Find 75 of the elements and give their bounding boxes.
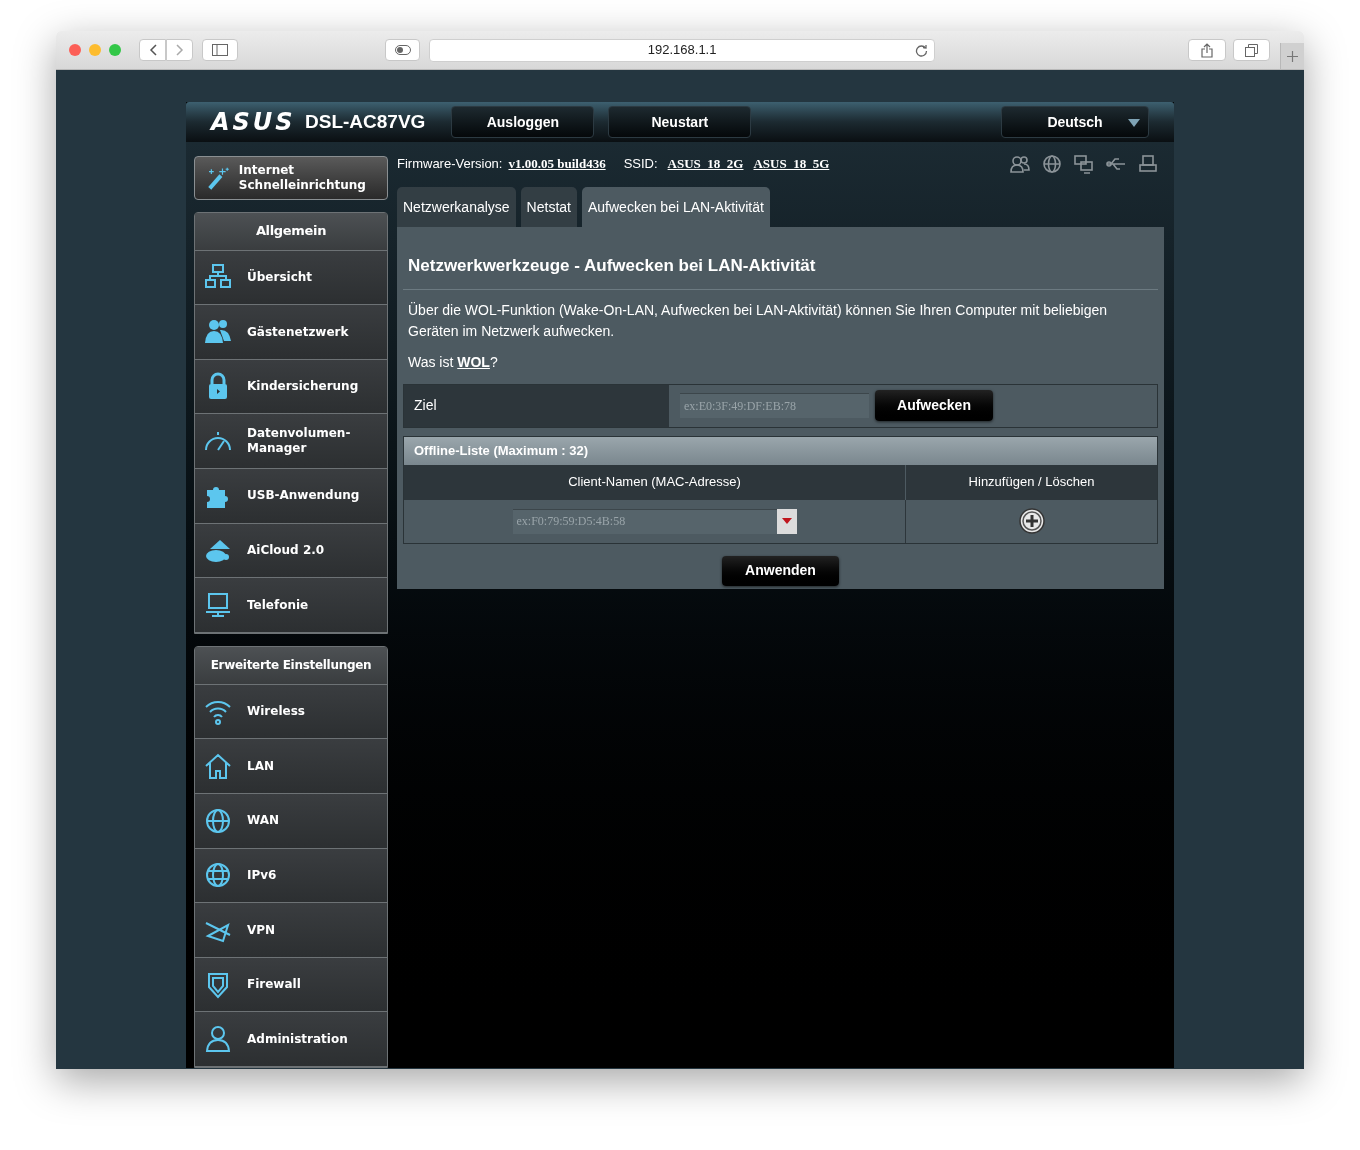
printer-icon bbox=[1138, 154, 1158, 174]
clients-icon bbox=[1010, 154, 1030, 174]
sidebar-item[interactable]: Telefonie bbox=[195, 578, 387, 633]
sidebar-item[interactable]: WAN bbox=[195, 794, 387, 849]
tabs-icon bbox=[1244, 43, 1258, 57]
dropdown-arrow-icon bbox=[781, 518, 792, 524]
sidebar-item[interactable]: Datenvolumen-Manager bbox=[195, 414, 387, 470]
ssid-label: SSID: bbox=[623, 155, 658, 174]
chevron-left-icon bbox=[148, 44, 157, 56]
tabs-button[interactable] bbox=[1232, 39, 1271, 61]
sidebar-item[interactable]: Administration bbox=[195, 1012, 387, 1067]
back-button[interactable] bbox=[139, 39, 166, 61]
help-text: Was ist WOL? bbox=[407, 352, 499, 372]
reader-button[interactable] bbox=[384, 39, 421, 61]
sidebar-heading: Erweiterte Einstellungen bbox=[195, 646, 387, 685]
sidebar-item[interactable]: VPN bbox=[195, 903, 387, 958]
description-text: Über die WOL-Funktion (Wake-On-LAN, Aufwecken bei LAN-Aktivität) können Sie Ihren Computer mit beliebigen Geräten im Netzwerk aufwecken. bbox=[407, 300, 1108, 341]
clients-status-button[interactable] bbox=[1010, 154, 1030, 174]
firmware-label: Firmware-Version: bbox=[397, 155, 503, 174]
sidebar-heading: Allgemein bbox=[195, 212, 387, 251]
mac-address-field[interactable]: ex:E0:3F:49:DF:EB:78 bbox=[680, 393, 869, 418]
window-control-icon bbox=[89, 44, 101, 56]
monitors-icon bbox=[1074, 154, 1094, 174]
sidebar-item[interactable]: IPv6 bbox=[195, 848, 387, 904]
tab[interactable]: Netstat bbox=[520, 187, 577, 227]
window-control-icon bbox=[109, 44, 121, 56]
globe-status-button[interactable] bbox=[1042, 154, 1062, 174]
sidebar-button[interactable] bbox=[202, 39, 238, 61]
dropdown-button[interactable] bbox=[776, 508, 797, 534]
dropdown-arrow-icon bbox=[1128, 119, 1140, 127]
tab[interactable]: Netzwerkanalyse bbox=[397, 187, 516, 227]
language-dropdown[interactable]: Deutsch bbox=[1001, 106, 1149, 138]
add-button[interactable] bbox=[1018, 508, 1045, 534]
plus-circle-icon bbox=[1018, 508, 1045, 534]
toggle-icon bbox=[394, 45, 411, 55]
field-label: Ziel bbox=[404, 384, 669, 427]
sidebar-icon bbox=[211, 44, 228, 56]
chevron-right-icon bbox=[175, 44, 184, 56]
column-header: Client-Namen (MAC-Adresse) bbox=[404, 464, 906, 500]
client-field[interactable]: ex:F0:79:59:D5:4B:58 bbox=[512, 508, 777, 534]
monitors-status-button[interactable] bbox=[1074, 154, 1094, 174]
share-icon bbox=[1200, 42, 1213, 58]
person-icon bbox=[203, 1024, 233, 1055]
ssid-link[interactable]: ASUS_18_2G bbox=[667, 154, 744, 174]
page-title: Netzwerkwerkzeuge - Aufwecken bei LAN-Aktivität bbox=[403, 253, 1158, 290]
printer-status-button[interactable] bbox=[1138, 154, 1158, 174]
address-bar[interactable]: 192.168.1.1 bbox=[429, 38, 935, 62]
sidebar-item[interactable]: Gästenetzwerk bbox=[195, 305, 387, 360]
firmware-link[interactable]: v1.00.05 build436 bbox=[508, 154, 606, 174]
tab[interactable]: Aufwecken bei LAN-Aktivität bbox=[581, 187, 770, 227]
plus-icon bbox=[1287, 50, 1299, 62]
new-tab-button[interactable] bbox=[1280, 43, 1304, 69]
wake-button[interactable]: Aufwecken bbox=[875, 390, 993, 421]
quick-setup-button[interactable]: Internet Schnelleinrichtung bbox=[194, 156, 388, 200]
reload-icon bbox=[914, 43, 928, 57]
wol-link[interactable]: WOL bbox=[457, 353, 490, 370]
column-header: Hinzufügen / Löschen bbox=[967, 473, 1096, 492]
section-header: Offline-Liste (Maximum : 32) bbox=[404, 436, 1157, 465]
brand-logo: ASUS bbox=[211, 107, 291, 138]
window-control-icon bbox=[69, 44, 81, 56]
url-text: 192.168.1.1 bbox=[647, 41, 717, 60]
sidebar-item[interactable]: Wireless bbox=[195, 684, 387, 740]
sidebar-item[interactable]: USB-Anwendung bbox=[195, 469, 387, 524]
house-icon bbox=[203, 751, 233, 782]
sidebar-item[interactable]: Firewall bbox=[195, 957, 387, 1013]
apply-button[interactable]: Anwenden bbox=[722, 555, 839, 586]
sidebar-item[interactable]: Übersicht bbox=[195, 250, 387, 306]
header-button[interactable]: Neustart bbox=[608, 106, 752, 138]
globe-icon bbox=[1042, 154, 1062, 174]
sidebar-item[interactable]: LAN bbox=[195, 739, 387, 795]
ssid-link[interactable]: ASUS_18_5G bbox=[753, 154, 830, 174]
header-button[interactable]: Ausloggen bbox=[451, 106, 595, 138]
sidebar-item[interactable]: AiCloud 2.0 bbox=[195, 523, 387, 579]
model-name: DSL-AC87VG bbox=[305, 109, 426, 134]
sidebar-item[interactable]: Kindersicherung bbox=[195, 359, 387, 415]
